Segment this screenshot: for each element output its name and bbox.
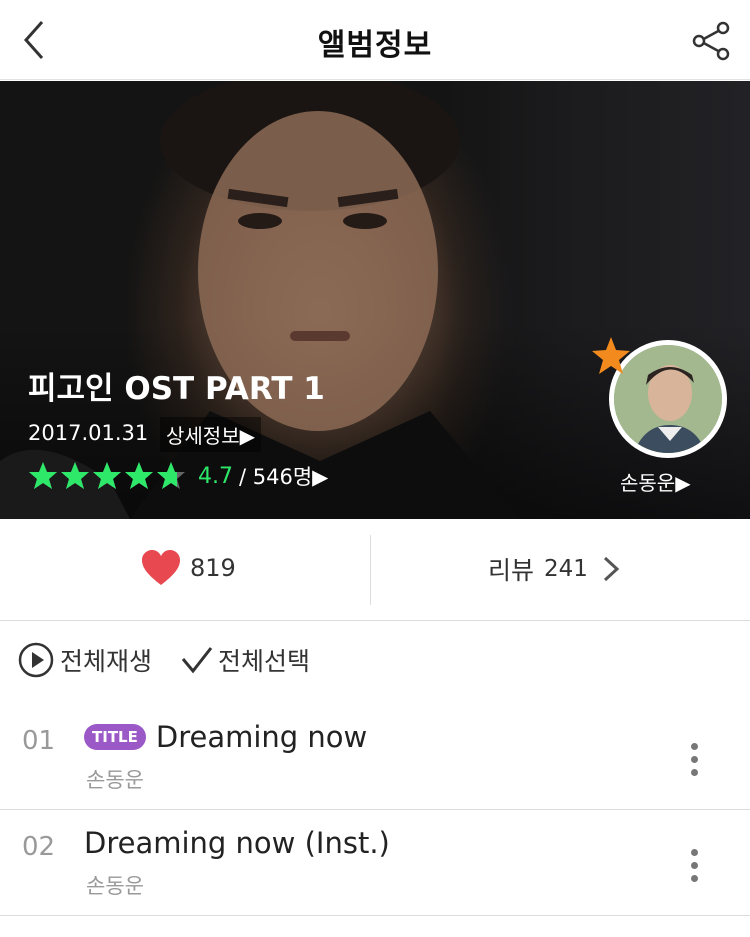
rating-score: 4.7 bbox=[198, 463, 233, 489]
more-options-button[interactable] bbox=[684, 846, 706, 886]
track-artist: 손동운 bbox=[86, 874, 144, 898]
artist-name-link[interactable]: 손동운▶ bbox=[620, 467, 691, 496]
star-icon bbox=[93, 462, 121, 489]
heart-icon bbox=[142, 550, 180, 585]
play-all-label: 전체재생 bbox=[60, 647, 153, 676]
detail-info-link[interactable]: 상세정보▶ bbox=[160, 417, 261, 452]
rating-row: 4.7 / 546명▶ bbox=[28, 461, 328, 491]
more-options-button[interactable] bbox=[684, 740, 706, 780]
chevron-right-icon bbox=[603, 556, 620, 582]
track-title-row: TITLE Dreaming now bbox=[84, 720, 367, 754]
select-all-button[interactable]: 전체선택 bbox=[180, 642, 310, 678]
track-title: Dreaming now (Inst.) bbox=[84, 826, 390, 860]
album-cover-banner: 피고인 OST PART 1 2017.01.31 상세정보▶ 4.7 / 54… bbox=[0, 81, 750, 519]
action-bar: 819 리뷰 241 bbox=[0, 519, 750, 621]
title-badge: TITLE bbox=[84, 724, 146, 750]
list-controls: 전체재생 전체선택 bbox=[0, 622, 750, 704]
review-count: 241 bbox=[544, 556, 588, 582]
share-icon bbox=[692, 21, 730, 61]
track-artist: 손동운 bbox=[86, 768, 144, 792]
track-title-row: Dreaming now (Inst.) bbox=[84, 826, 390, 860]
track-number: 01 bbox=[22, 726, 56, 756]
like-button[interactable]: 819 bbox=[140, 549, 236, 587]
star-icon bbox=[592, 337, 630, 374]
share-button[interactable] bbox=[690, 20, 732, 62]
release-date: 2017.01.31 bbox=[28, 421, 149, 445]
play-all-button[interactable]: 전체재생 bbox=[18, 642, 152, 678]
artist-profile-button[interactable] bbox=[592, 337, 727, 458]
review-label: 리뷰 bbox=[488, 556, 535, 585]
list-item[interactable]: 02 Dreaming now (Inst.) 손동운 bbox=[0, 810, 750, 916]
track-title: Dreaming now bbox=[155, 720, 368, 754]
rating-stars bbox=[28, 461, 186, 491]
rating-count-link[interactable]: / 546명▶ bbox=[239, 461, 328, 491]
star-icon bbox=[29, 462, 57, 489]
check-icon bbox=[181, 647, 213, 674]
like-count: 819 bbox=[190, 554, 236, 582]
track-number: 02 bbox=[22, 832, 56, 862]
star-icon bbox=[125, 462, 153, 489]
page-title: 앨범정보 bbox=[317, 28, 433, 63]
select-all-label: 전체선택 bbox=[218, 647, 311, 676]
divider bbox=[370, 535, 371, 605]
star-icon bbox=[61, 462, 89, 489]
review-button[interactable]: 리뷰 241 bbox=[488, 551, 622, 587]
list-item[interactable]: 01 TITLE Dreaming now 손동운 bbox=[0, 704, 750, 810]
top-bar: 앨범정보 bbox=[0, 0, 750, 80]
album-title: 피고인 OST PART 1 bbox=[28, 371, 325, 407]
star-icon bbox=[157, 462, 185, 489]
play-circle-icon bbox=[18, 642, 54, 678]
